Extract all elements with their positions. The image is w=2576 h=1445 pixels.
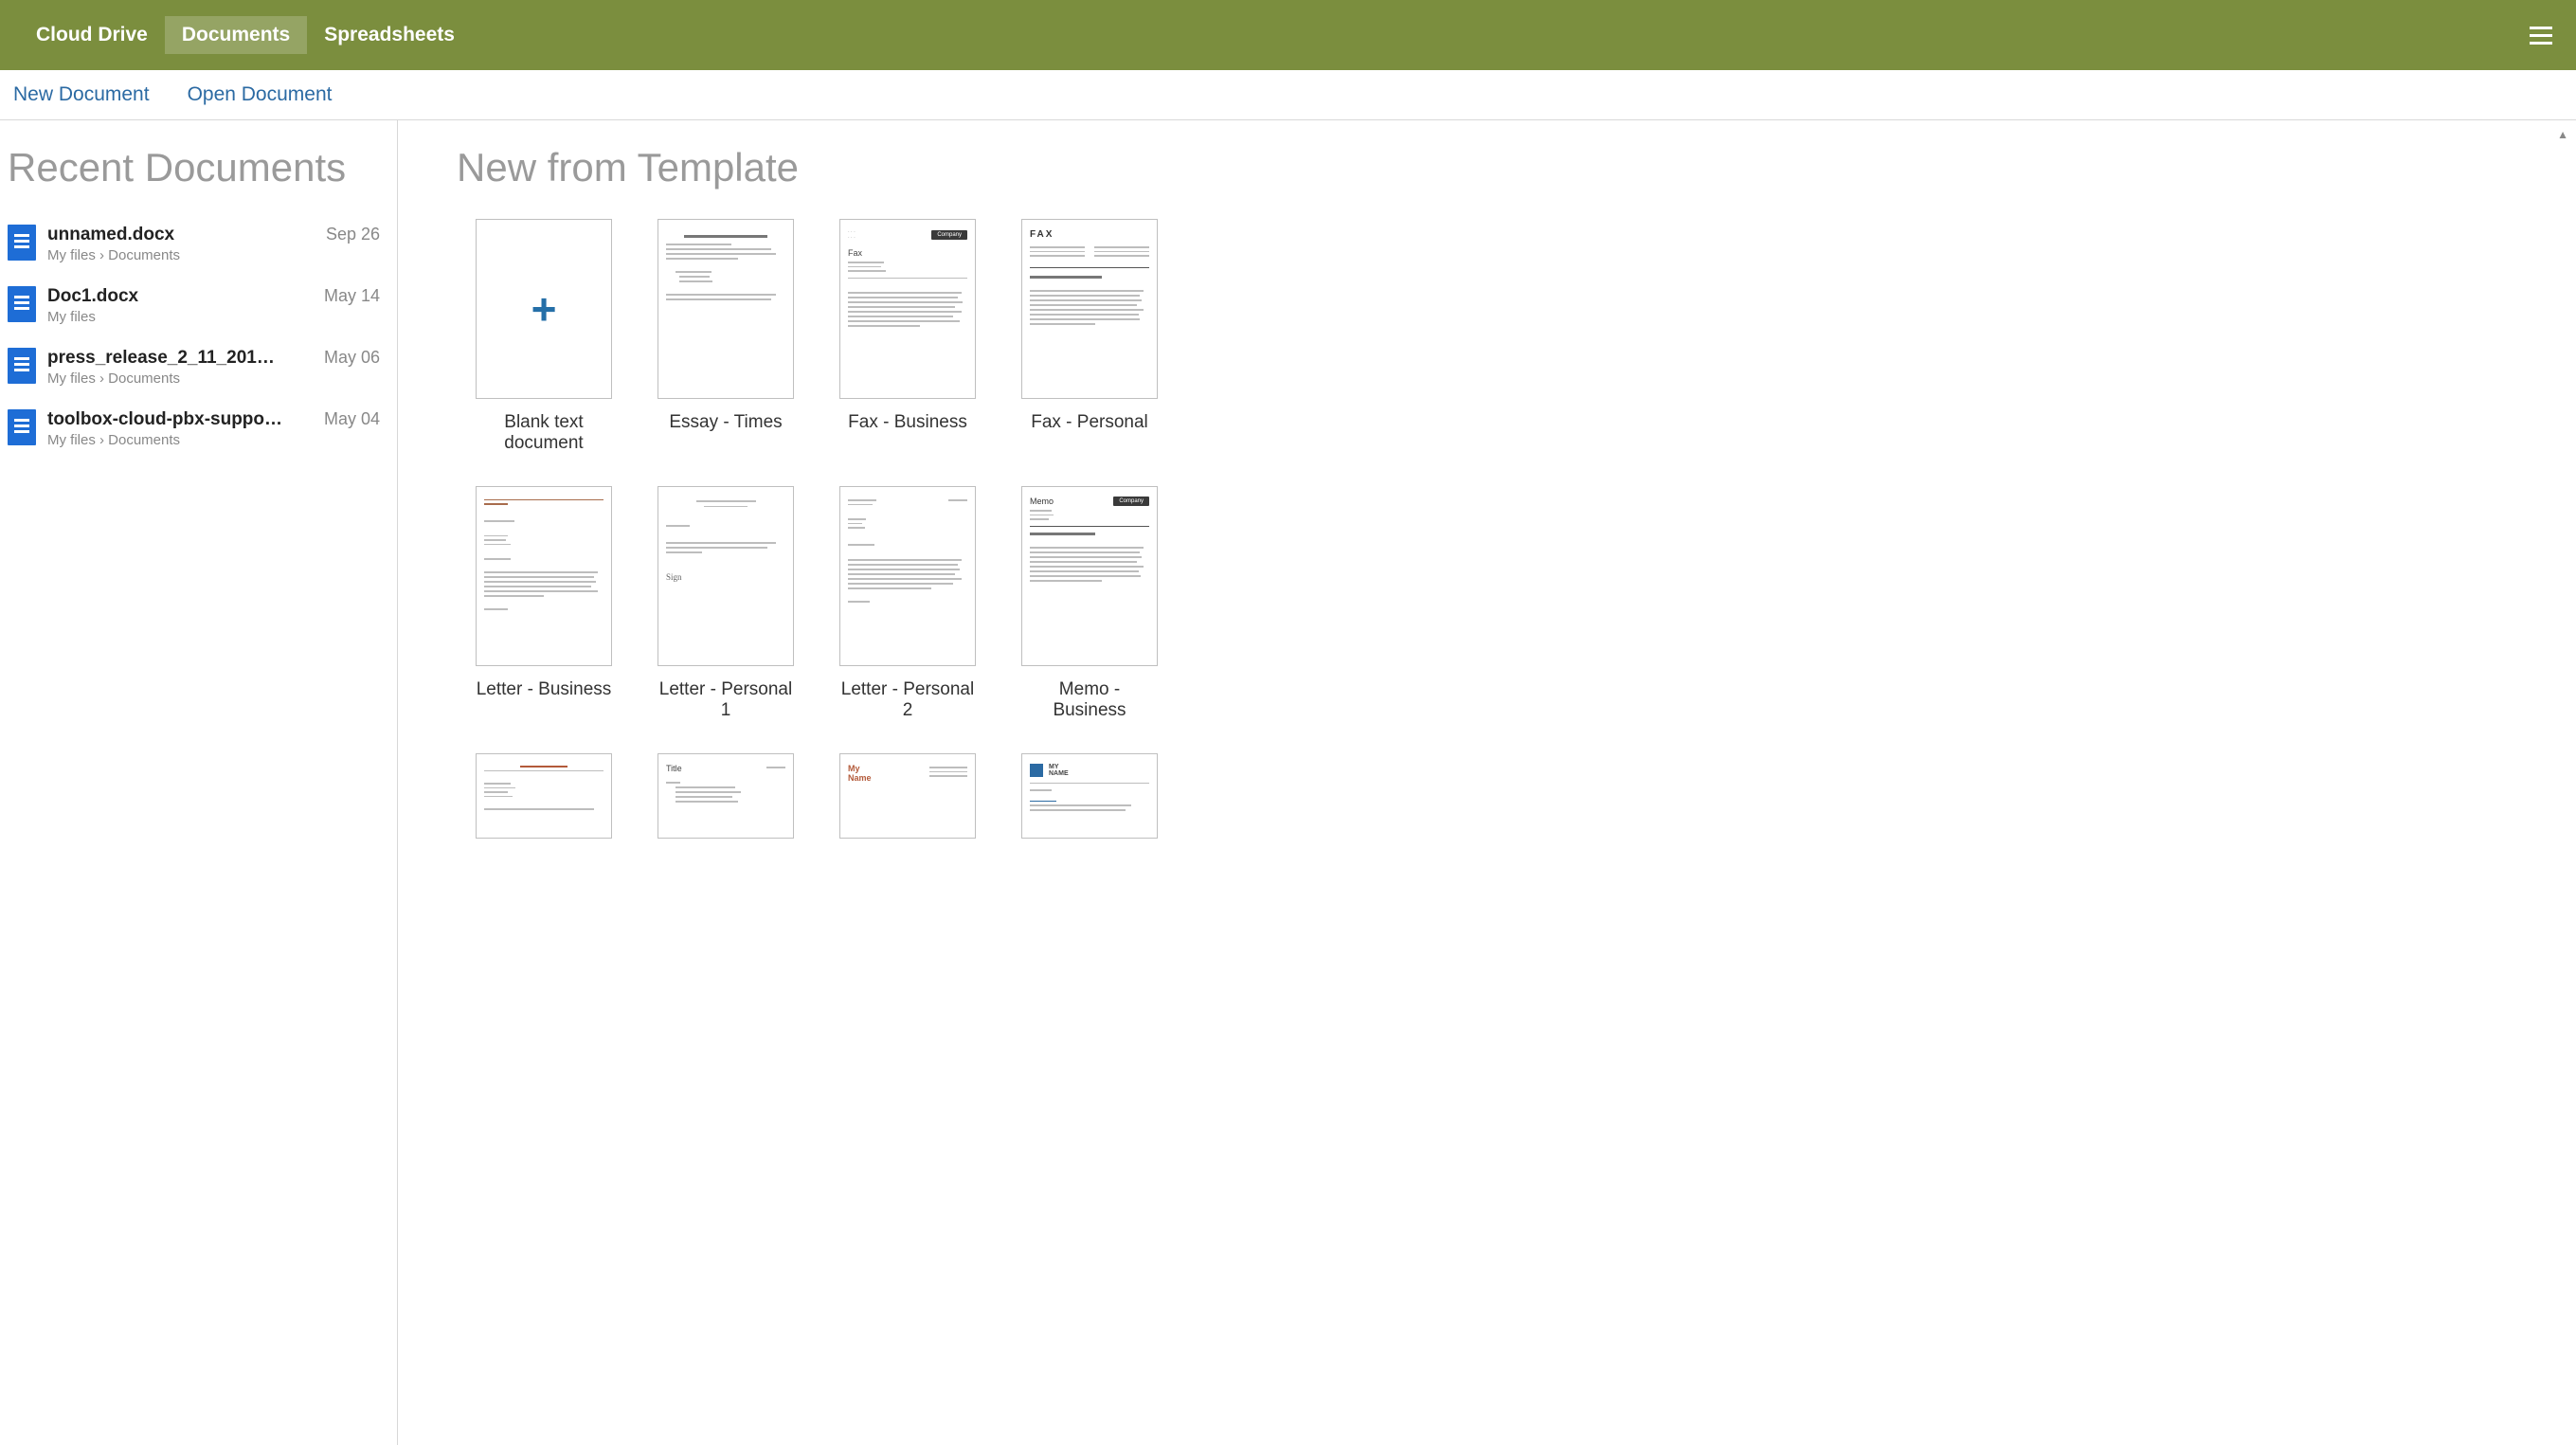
scroll-up-icon[interactable]: ▲ (2557, 128, 2568, 141)
template-fax-business[interactable]: · · ·· · · Company Fax (839, 219, 976, 454)
recent-item-date: May 06 (324, 348, 386, 368)
recent-item[interactable]: toolbox-cloud-pbx-supported-d… My files … (8, 404, 386, 465)
document-icon (8, 286, 36, 322)
recent-item[interactable]: press_release_2_11_2016.docx My files › … (8, 342, 386, 404)
recent-item-path: My files › Documents (47, 247, 315, 263)
document-icon (8, 225, 36, 261)
template-thumb: FAX (1021, 219, 1158, 399)
template-thumb (476, 753, 612, 839)
template-extra-3[interactable]: My Name (839, 753, 976, 839)
template-label: Letter - Personal 1 (658, 679, 794, 721)
template-letter-business[interactable]: Letter - Business (476, 486, 612, 721)
recent-item-date: May 04 (324, 409, 386, 429)
myname-heading: MY NAME (1049, 764, 1069, 777)
company-chip: Company (931, 230, 967, 240)
template-thumb (476, 486, 612, 666)
menu-icon[interactable] (2525, 22, 2557, 49)
template-thumb: My Name (839, 753, 976, 839)
template-thumb: + (476, 219, 612, 399)
template-thumb: MY NAME (1021, 753, 1158, 839)
template-label: Letter - Personal 2 (839, 679, 976, 721)
template-label: Memo - Business (1021, 679, 1158, 721)
recent-item-name: Doc1.docx (47, 286, 284, 307)
fax-heading: Fax (848, 248, 967, 258)
template-label: Blank text document (476, 412, 612, 454)
recent-documents-title: Recent Documents (8, 145, 386, 190)
recent-item-name: press_release_2_11_2016.docx (47, 348, 284, 369)
template-letter-personal-2[interactable]: Letter - Personal 2 (839, 486, 976, 721)
recent-item[interactable]: Doc1.docx My files May 14 (8, 280, 386, 342)
document-icon (8, 409, 36, 445)
template-blank[interactable]: + Blank text document (476, 219, 612, 454)
recent-item-date: Sep 26 (326, 225, 386, 244)
recent-item-date: May 14 (324, 286, 386, 306)
template-label: Fax - Business (839, 412, 976, 433)
template-extra-2[interactable]: Title (658, 753, 794, 839)
template-panel: ▲ New from Template + Blank text documen… (398, 120, 2576, 1445)
template-thumb: · · ·· · · Company Fax (839, 219, 976, 399)
main-area: Recent Documents unnamed.docx My files ›… (0, 120, 2576, 1445)
template-essay-times[interactable]: Essay - Times (658, 219, 794, 454)
template-thumb (658, 219, 794, 399)
template-fax-personal[interactable]: FAX Fax - Personal (1021, 219, 1158, 454)
template-label: Fax - Personal (1021, 412, 1158, 433)
recent-item-name: toolbox-cloud-pbx-supported-d… (47, 409, 284, 430)
recent-item-path: My files (47, 309, 313, 325)
template-letter-personal-1[interactable]: Sign Letter - Personal 1 (658, 486, 794, 721)
document-icon (8, 348, 36, 384)
recent-item-path: My files › Documents (47, 370, 313, 387)
template-thumb: Sign (658, 486, 794, 666)
template-extra-1[interactable] (476, 753, 612, 839)
tab-cloud-drive[interactable]: Cloud Drive (19, 16, 165, 54)
template-memo-business[interactable]: Memo Company Me (1021, 486, 1158, 721)
template-label: Letter - Business (476, 679, 612, 700)
title-heading: Title (666, 764, 682, 773)
template-label: Essay - Times (658, 412, 794, 433)
template-thumb: Title (658, 753, 794, 839)
memo-heading: Memo (1030, 497, 1054, 506)
recent-item-name: unnamed.docx (47, 225, 284, 245)
company-chip: Company (1113, 497, 1149, 506)
template-panel-title: New from Template (457, 145, 2538, 190)
new-document-link[interactable]: New Document (13, 83, 150, 106)
template-extra-4[interactable]: MY NAME (1021, 753, 1158, 839)
sub-toolbar: New Document Open Document (0, 70, 2576, 120)
recent-item-path: My files › Documents (47, 432, 313, 448)
template-thumb: Memo Company (1021, 486, 1158, 666)
plus-icon: + (531, 287, 557, 331)
open-document-link[interactable]: Open Document (188, 83, 333, 106)
tab-documents[interactable]: Documents (165, 16, 307, 54)
header-tabs: Cloud Drive Documents Spreadsheets (19, 16, 472, 54)
app-header: Cloud Drive Documents Spreadsheets (0, 0, 2576, 70)
fax-heading: FAX (1030, 229, 1149, 240)
tab-spreadsheets[interactable]: Spreadsheets (307, 16, 472, 54)
myname-heading: My Name (848, 764, 872, 783)
recent-item[interactable]: unnamed.docx My files › Documents Sep 26 (8, 219, 386, 280)
template-thumb (839, 486, 976, 666)
recent-documents-panel: Recent Documents unnamed.docx My files ›… (0, 120, 398, 1445)
template-grid: + Blank text document (457, 219, 2538, 839)
